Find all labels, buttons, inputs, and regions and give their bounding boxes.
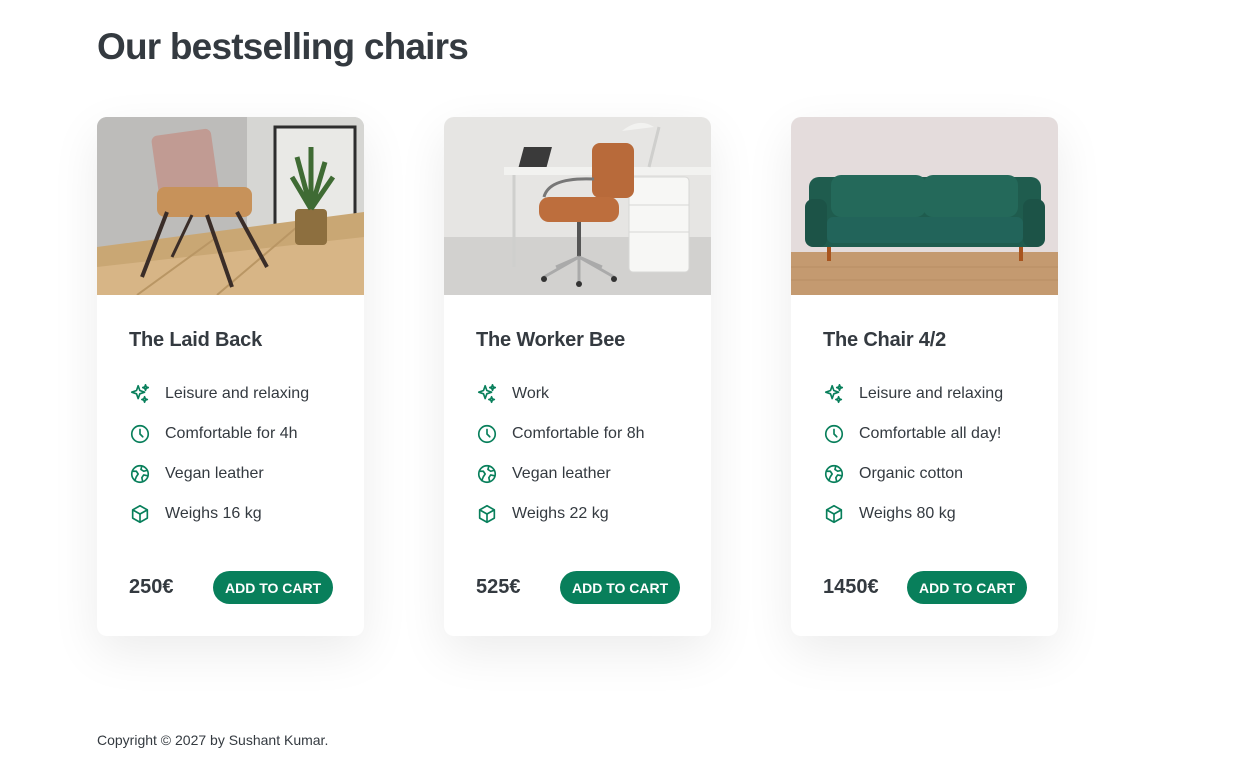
attribute-label: Work (512, 385, 550, 402)
attribute-label: Comfortable for 8h (512, 425, 645, 442)
attribute-item: Leisure and relaxing (823, 374, 1026, 414)
attribute-item: Vegan leather (476, 454, 679, 494)
product-card: The Worker Bee Work Comfortable for 8h V… (444, 117, 711, 636)
sparkles-icon (129, 383, 151, 405)
attribute-label: Leisure and relaxing (859, 385, 1004, 402)
attribute-item: Work (476, 374, 679, 414)
add-to-cart-button[interactable]: ADD TO CART (213, 571, 334, 604)
attribute-item: Comfortable for 4h (129, 414, 332, 454)
attribute-label: Leisure and relaxing (165, 385, 310, 402)
price: 1450€ (823, 576, 879, 598)
attribute-label: Organic cotton (859, 465, 964, 482)
attribute-label: Weighs 16 kg (165, 505, 262, 522)
attribute-label: Weighs 22 kg (512, 505, 609, 522)
attribute-list: Leisure and relaxing Comfortable all day… (823, 374, 1026, 534)
attribute-label: Weighs 80 kg (859, 505, 956, 522)
clock-icon (129, 423, 151, 445)
product-image-green-sofa (791, 117, 1058, 295)
attribute-list: Leisure and relaxing Comfortable for 4h … (129, 374, 332, 534)
attribute-label: Comfortable for 4h (165, 425, 298, 442)
product-image-lounge-chair (97, 117, 364, 295)
add-to-cart-button[interactable]: ADD TO CART (560, 571, 681, 604)
page-title: Our bestselling chairs (97, 26, 469, 67)
attribute-label: Comfortable all day! (859, 425, 1002, 442)
clock-icon (476, 423, 498, 445)
product-image-office-chair (444, 117, 711, 295)
product-card: The Laid Back Leisure and relaxing Comfo… (97, 117, 364, 636)
attribute-item: Vegan leather (129, 454, 332, 494)
attribute-item: Organic cotton (823, 454, 1026, 494)
attribute-item: Weighs 80 kg (823, 494, 1026, 534)
price-row: 1450€ ADD TO CART (823, 571, 1028, 604)
globe-icon (476, 463, 498, 485)
attribute-item: Weighs 16 kg (129, 494, 332, 534)
globe-icon (823, 463, 845, 485)
attribute-item: Weighs 22 kg (476, 494, 679, 534)
attribute-label: Vegan leather (165, 465, 264, 482)
cube-icon (129, 503, 151, 525)
attribute-item: Leisure and relaxing (129, 374, 332, 414)
attribute-item: Comfortable all day! (823, 414, 1026, 454)
attribute-item: Comfortable for 8h (476, 414, 679, 454)
footer-copyright: Copyright © 2027 by Sushant Kumar. (97, 732, 329, 748)
clock-icon (823, 423, 845, 445)
cube-icon (823, 503, 845, 525)
product-title: The Worker Bee (476, 329, 626, 351)
globe-icon (129, 463, 151, 485)
price: 250€ (129, 576, 174, 598)
price: 525€ (476, 576, 521, 598)
attribute-label: Vegan leather (512, 465, 611, 482)
attribute-list: Work Comfortable for 8h Vegan leather We… (476, 374, 679, 534)
product-card: The Chair 4/2 Leisure and relaxing Comfo… (791, 117, 1058, 636)
sparkles-icon (823, 383, 845, 405)
price-row: 250€ ADD TO CART (129, 571, 334, 604)
product-title: The Laid Back (129, 329, 262, 351)
cube-icon (476, 503, 498, 525)
add-to-cart-button[interactable]: ADD TO CART (907, 571, 1028, 604)
sparkles-icon (476, 383, 498, 405)
price-row: 525€ ADD TO CART (476, 571, 681, 604)
product-card-list: The Laid Back Leisure and relaxing Comfo… (97, 117, 1058, 636)
product-title: The Chair 4/2 (823, 329, 946, 351)
